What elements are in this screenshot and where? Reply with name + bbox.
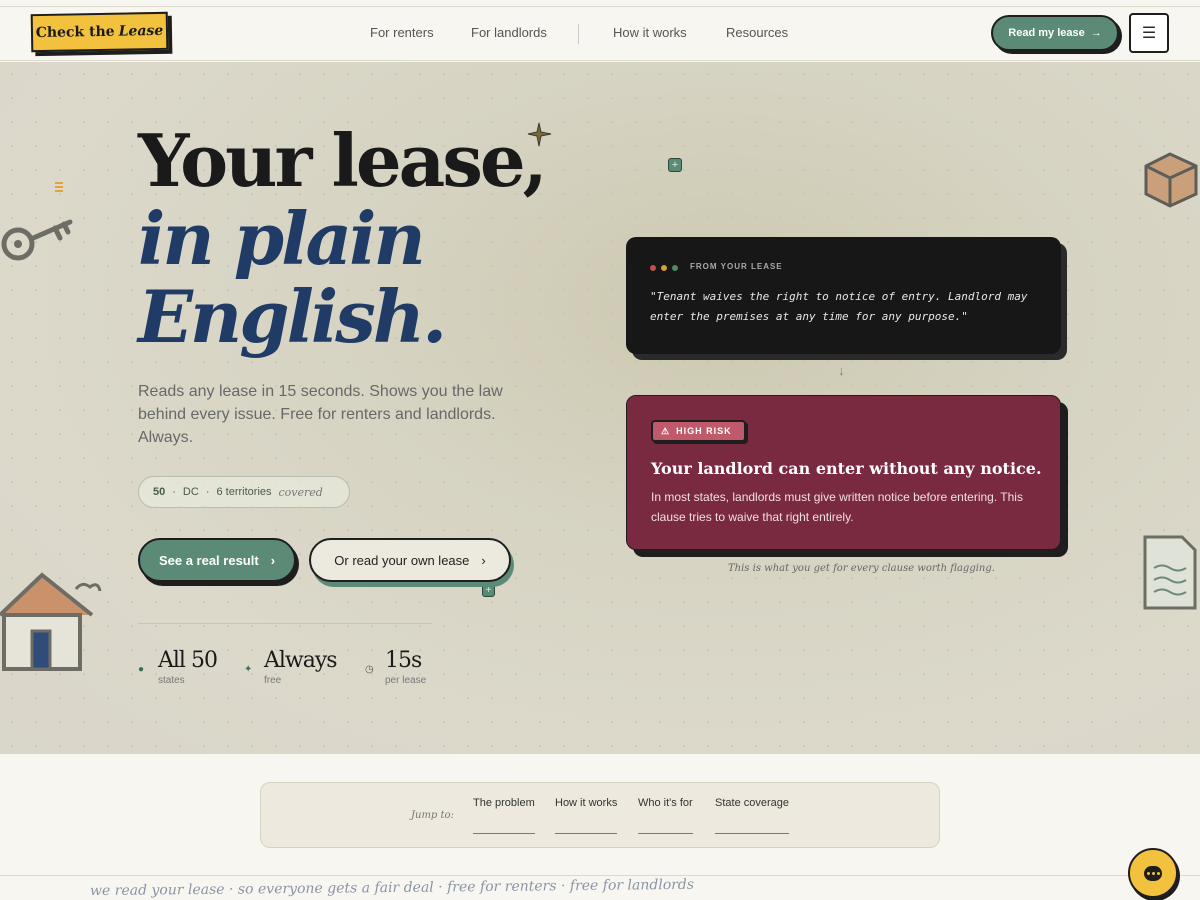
separator-dot: ·: [205, 486, 210, 498]
nav-link-resources[interactable]: Resources: [726, 25, 788, 40]
risk-explanation-card: ⚠ HIGH RISK Your landlord can enter with…: [626, 395, 1061, 550]
green-dot-icon: [672, 265, 678, 271]
nav-link-renters[interactable]: For renters: [370, 25, 434, 40]
source-label: FROM YOUR LEASE: [690, 262, 783, 271]
nav-divider: [578, 24, 579, 44]
nav-link-landlords[interactable]: For landlords: [471, 25, 547, 40]
jump-link-how-it-works[interactable]: How it works: [555, 797, 618, 834]
jump-to-label: Jump to:: [411, 810, 454, 821]
site-header: Check the Lease For renters For landlord…: [0, 7, 1200, 61]
logo-emphasis: Lease: [118, 22, 164, 40]
stat-label: free: [264, 675, 282, 686]
coverage-pill: 50 · DC · 6 territories covered: [138, 476, 350, 508]
stat-value: All 50: [158, 648, 218, 673]
hero-section: + + Your lease, in plain English. Reads …: [0, 62, 1200, 754]
chevron-right-icon: ›: [481, 552, 486, 568]
stat-free: ✦ Always free: [244, 648, 338, 686]
stat-value: 15s: [385, 648, 422, 673]
lease-quote: "Tenant waives the right to notice of en…: [650, 290, 1028, 323]
red-dot-icon: [650, 265, 656, 271]
coverage-suffix: covered: [278, 485, 323, 499]
stat-states: ● All 50 states: [138, 648, 218, 686]
hero-title-line3: English.: [138, 274, 447, 359]
hamburger-icon: ☰: [1141, 25, 1157, 42]
coverage-territories: 6 territories: [216, 486, 272, 498]
plus-square-icon: +: [482, 584, 495, 597]
chat-button[interactable]: [1128, 848, 1178, 898]
see-real-result-button[interactable]: See a real result ›: [138, 538, 296, 582]
top-border: [0, 0, 1200, 7]
map-pin-icon: ●: [138, 664, 145, 675]
stat-value: Always: [264, 648, 338, 673]
jump-link-problem[interactable]: The problem: [473, 797, 535, 834]
jump-link-who-its-for[interactable]: Who it's for: [638, 797, 693, 834]
coverage-dc: DC: [182, 486, 199, 498]
chevron-right-icon: ›: [270, 552, 276, 568]
clock-icon: ◷: [365, 664, 374, 675]
marquee-divider: [0, 875, 1200, 876]
read-my-lease-button[interactable]: Read my lease →: [991, 15, 1119, 51]
risk-description: In most states, landlords must give writ…: [651, 490, 1023, 524]
logo[interactable]: Check the Lease: [30, 11, 169, 53]
see-real-result-label: See a real result: [158, 552, 259, 568]
house-icon: [0, 572, 102, 671]
hero-title: Your lease, in plain English.: [138, 122, 548, 359]
stat-label: per lease: [385, 675, 427, 686]
key-icon: [1, 219, 73, 261]
example-caption: This is what you get for every clause wo…: [728, 563, 995, 574]
hero-title-line1: Your lease,: [138, 118, 548, 203]
read-own-lease-label: Or read your own lease: [334, 552, 470, 568]
chat-bubble-icon: [1144, 865, 1162, 881]
small-star-icon: [55, 182, 63, 192]
coverage-states: 50: [153, 486, 166, 498]
arrow-down-icon: ↓: [838, 363, 845, 378]
hero-subtitle: Reads any lease in 15 seconds. Shows you…: [138, 383, 503, 446]
read-my-lease-label: Read my lease: [1008, 27, 1085, 39]
stat-speed: ◷ 15s per lease: [365, 648, 427, 686]
logo-text: Check the: [35, 23, 115, 42]
warning-icon: ⚠: [661, 425, 671, 436]
lease-clause-card: FROM YOUR LEASE "Tenant waives the right…: [626, 237, 1061, 354]
stat-label: states: [158, 675, 185, 686]
jump-link-state-coverage[interactable]: State coverage: [715, 797, 789, 834]
menu-button[interactable]: ☰: [1129, 13, 1169, 53]
jump-to-bar: Jump to: The problem How it works Who it…: [260, 782, 940, 848]
nav-link-how-it-works[interactable]: How it works: [613, 25, 687, 40]
document-icon: [1143, 535, 1197, 610]
sparkle-icon: ✦: [244, 664, 253, 675]
arrow-right-icon: →: [1090, 27, 1102, 39]
separator-dot: ·: [172, 486, 176, 498]
window-dots: [650, 265, 678, 271]
risk-title: Your landlord can enter without any noti…: [651, 459, 1042, 478]
plus-square-icon: +: [668, 158, 682, 172]
read-own-lease-button[interactable]: Or read your own lease ›: [309, 538, 511, 582]
risk-badge: ⚠ HIGH RISK: [651, 420, 746, 442]
stats-divider: [138, 623, 432, 624]
risk-badge-label: HIGH RISK: [676, 426, 732, 436]
yellow-dot-icon: [661, 265, 667, 271]
marquee-text: we read your lease · so everyone gets a …: [89, 876, 695, 900]
hero-title-line2: in plain: [138, 196, 426, 281]
box-icon: [1144, 152, 1198, 208]
